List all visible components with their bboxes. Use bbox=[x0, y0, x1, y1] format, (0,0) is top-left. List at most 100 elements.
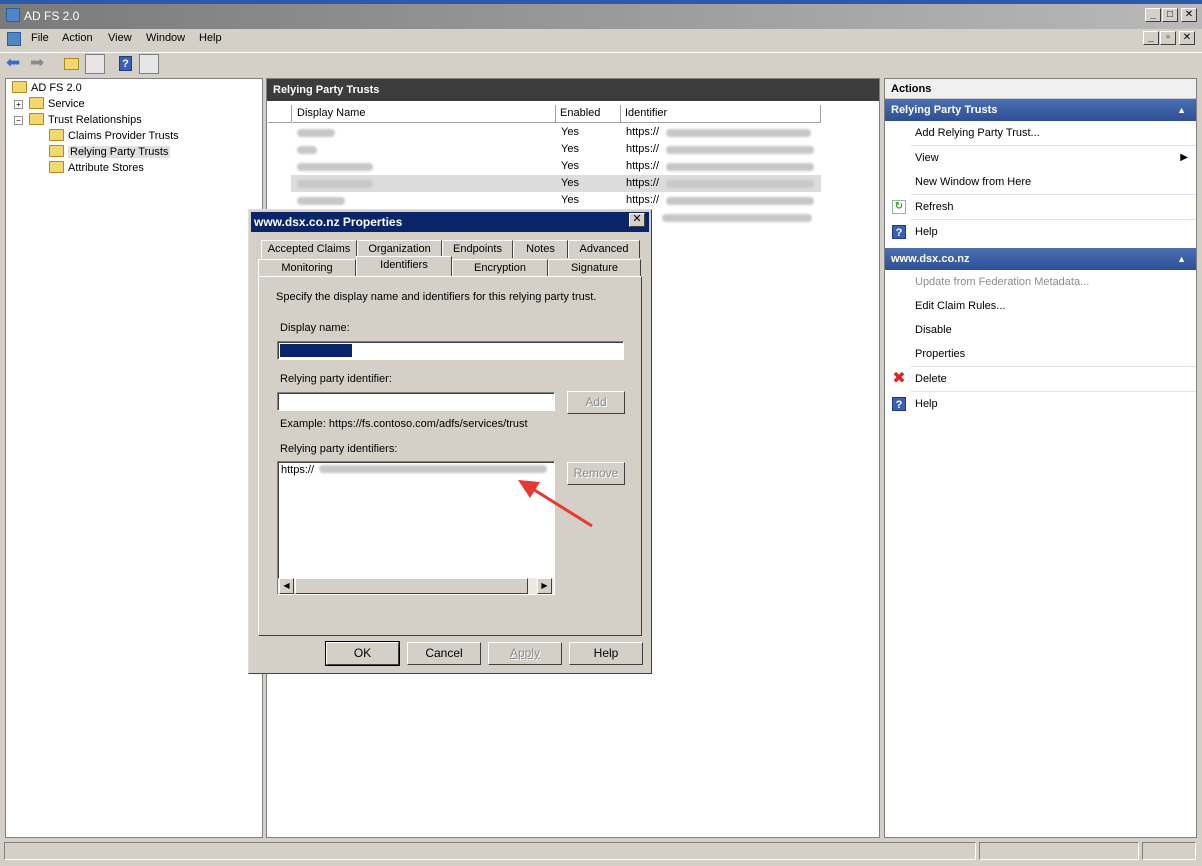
show-hide-action-pane-icon[interactable] bbox=[139, 54, 159, 74]
action-new-window-from-here[interactable]: New Window from Here bbox=[885, 170, 1196, 194]
collapse-icon[interactable]: − bbox=[14, 116, 23, 125]
expand-icon[interactable]: + bbox=[14, 100, 23, 109]
menu-action[interactable]: Action bbox=[62, 32, 93, 44]
rp-identifier-input[interactable] bbox=[277, 392, 555, 411]
row-enabled: Yes bbox=[561, 177, 579, 189]
identifier-text: https:// bbox=[281, 464, 315, 476]
menu-window[interactable]: Window bbox=[146, 32, 185, 44]
tab-endpoints[interactable]: Endpoints bbox=[442, 240, 513, 258]
action-update-from-federation-metadata: Update from Federation Metadata... bbox=[915, 276, 1090, 288]
column-header-spacer bbox=[268, 105, 292, 123]
up-folder-icon[interactable] bbox=[62, 54, 82, 74]
action-label: Refresh bbox=[915, 201, 954, 213]
tree-item-label: Service bbox=[48, 98, 85, 110]
action-disable[interactable]: Disable bbox=[885, 318, 1196, 342]
forward-icon[interactable]: ➡ bbox=[30, 54, 50, 74]
tab-advanced[interactable]: Advanced bbox=[568, 240, 640, 258]
action-view[interactable]: View ▶ bbox=[885, 146, 1196, 170]
tree-item-trust-relationships[interactable]: − Trust Relationships bbox=[14, 112, 142, 128]
column-header-identifier[interactable]: Identifier bbox=[621, 105, 821, 123]
show-hide-tree-icon[interactable] bbox=[85, 54, 105, 74]
tree-item-attribute-stores[interactable]: Attribute Stores bbox=[49, 160, 144, 176]
help-icon[interactable]: ? bbox=[116, 54, 136, 74]
tree-root[interactable]: AD FS 2.0 bbox=[12, 80, 82, 96]
list-item[interactable]: Yes https:// bbox=[291, 141, 821, 158]
tab-accepted-claims[interactable]: Accepted Claims bbox=[261, 240, 357, 258]
results-title: Relying Party Trusts bbox=[267, 79, 879, 101]
ok-button[interactable]: OK bbox=[325, 641, 400, 666]
tree-item-label: Trust Relationships bbox=[48, 114, 142, 126]
list-item[interactable]: Yes https:// bbox=[291, 158, 821, 175]
mmc-icon bbox=[7, 32, 21, 46]
app-icon bbox=[6, 8, 20, 22]
child-close-icon[interactable]: ✕ bbox=[1179, 31, 1195, 45]
redacted-name bbox=[297, 146, 317, 154]
tree-item-relying-party-trusts[interactable]: Relying Party Trusts bbox=[49, 144, 171, 160]
status-cell-main bbox=[4, 842, 976, 860]
collapse-section-icon[interactable]: ▲ bbox=[1177, 99, 1186, 121]
horizontal-scrollbar[interactable]: ◀ ▶ bbox=[278, 578, 554, 594]
child-minimize-icon[interactable]: _ bbox=[1143, 31, 1159, 45]
tab-identifiers[interactable]: Identifiers bbox=[356, 256, 452, 276]
display-name-selection bbox=[280, 344, 352, 357]
action-refresh[interactable]: ↻ Refresh bbox=[885, 195, 1196, 219]
column-header-display-name[interactable]: Display Name bbox=[293, 105, 556, 123]
tab-signature[interactable]: Signature bbox=[548, 259, 641, 277]
redacted-identifier bbox=[666, 197, 814, 205]
collapse-section-icon[interactable]: ▲ bbox=[1177, 248, 1186, 270]
action-add-relying-party-trust[interactable]: Add Relying Party Trust... bbox=[885, 121, 1196, 145]
action-label: Delete bbox=[915, 373, 947, 385]
menu-bar: File Action View Window Help _ ▫ ✕ bbox=[0, 29, 1202, 49]
menu-view[interactable]: View bbox=[108, 32, 132, 44]
list-item[interactable]: Yes https:// bbox=[291, 175, 821, 192]
menu-help[interactable]: Help bbox=[199, 32, 222, 44]
row-enabled: Yes bbox=[561, 143, 579, 155]
back-icon[interactable]: ⬅ bbox=[6, 54, 26, 74]
console-tree: AD FS 2.0 + Service − Trust Relationships … bbox=[5, 78, 263, 838]
actions-pane: Actions Relying Party Trusts ▲ Add Relyi… bbox=[884, 78, 1197, 838]
help-button[interactable]: Help bbox=[569, 642, 643, 665]
display-name-field[interactable] bbox=[277, 341, 624, 360]
example-text: Example: https://fs.contoso.com/adfs/ser… bbox=[280, 418, 528, 430]
action-label: View bbox=[915, 152, 939, 164]
title-bar: AD FS 2.0 _ □ ✕ bbox=[0, 0, 1202, 29]
child-restore-icon[interactable]: ▫ bbox=[1160, 31, 1176, 45]
tab-notes[interactable]: Notes bbox=[513, 240, 568, 258]
tab-encryption[interactable]: Encryption bbox=[452, 259, 548, 277]
tree-item-service[interactable]: + Service bbox=[14, 96, 85, 112]
scroll-thumb[interactable] bbox=[295, 578, 528, 594]
folder-icon bbox=[49, 145, 64, 157]
status-bar bbox=[0, 842, 1202, 862]
scroll-right-icon[interactable]: ▶ bbox=[537, 578, 552, 594]
list-item[interactable]: Yes https:// bbox=[291, 192, 821, 209]
action-properties[interactable]: Properties bbox=[885, 342, 1196, 366]
properties-dialog: www.dsx.co.nz Properties ✕ Accepted Clai… bbox=[248, 209, 652, 674]
action-delete[interactable]: ✖ Delete bbox=[885, 367, 1196, 391]
actions-section-relying-party-trusts[interactable]: Relying Party Trusts ▲ bbox=[885, 99, 1196, 121]
row-enabled: Yes bbox=[561, 160, 579, 172]
redacted-name bbox=[297, 163, 373, 171]
dialog-close-icon[interactable]: ✕ bbox=[629, 213, 645, 227]
submenu-arrow-icon: ▶ bbox=[1180, 152, 1188, 163]
maximize-icon[interactable]: □ bbox=[1162, 8, 1178, 22]
tree-item-claims-provider-trusts[interactable]: Claims Provider Trusts bbox=[49, 128, 179, 144]
close-icon[interactable]: ✕ bbox=[1181, 8, 1197, 22]
list-item[interactable]: Yes https:// bbox=[291, 124, 821, 141]
scroll-left-icon[interactable]: ◀ bbox=[279, 578, 294, 594]
add-button[interactable]: Add bbox=[567, 391, 625, 414]
actions-section-dsx[interactable]: www.dsx.co.nz ▲ bbox=[885, 248, 1196, 270]
row-identifier: https:// bbox=[626, 160, 660, 172]
apply-button[interactable]: Apply bbox=[488, 642, 562, 665]
tab-monitoring[interactable]: Monitoring bbox=[258, 259, 356, 277]
column-header-enabled[interactable]: Enabled bbox=[556, 105, 621, 123]
cancel-button[interactable]: Cancel bbox=[407, 642, 481, 665]
dialog-title: www.dsx.co.nz Properties bbox=[251, 212, 649, 232]
folder-icon bbox=[29, 97, 44, 109]
action-edit-claim-rules[interactable]: Edit Claim Rules... bbox=[885, 294, 1196, 318]
action-help[interactable]: ? Help bbox=[885, 220, 1196, 244]
minimize-icon[interactable]: _ bbox=[1145, 8, 1161, 22]
action-help-dsx[interactable]: ? Help bbox=[885, 392, 1196, 416]
menu-file[interactable]: File bbox=[31, 32, 49, 44]
folder-icon bbox=[29, 113, 44, 125]
folder-icon bbox=[49, 161, 64, 173]
